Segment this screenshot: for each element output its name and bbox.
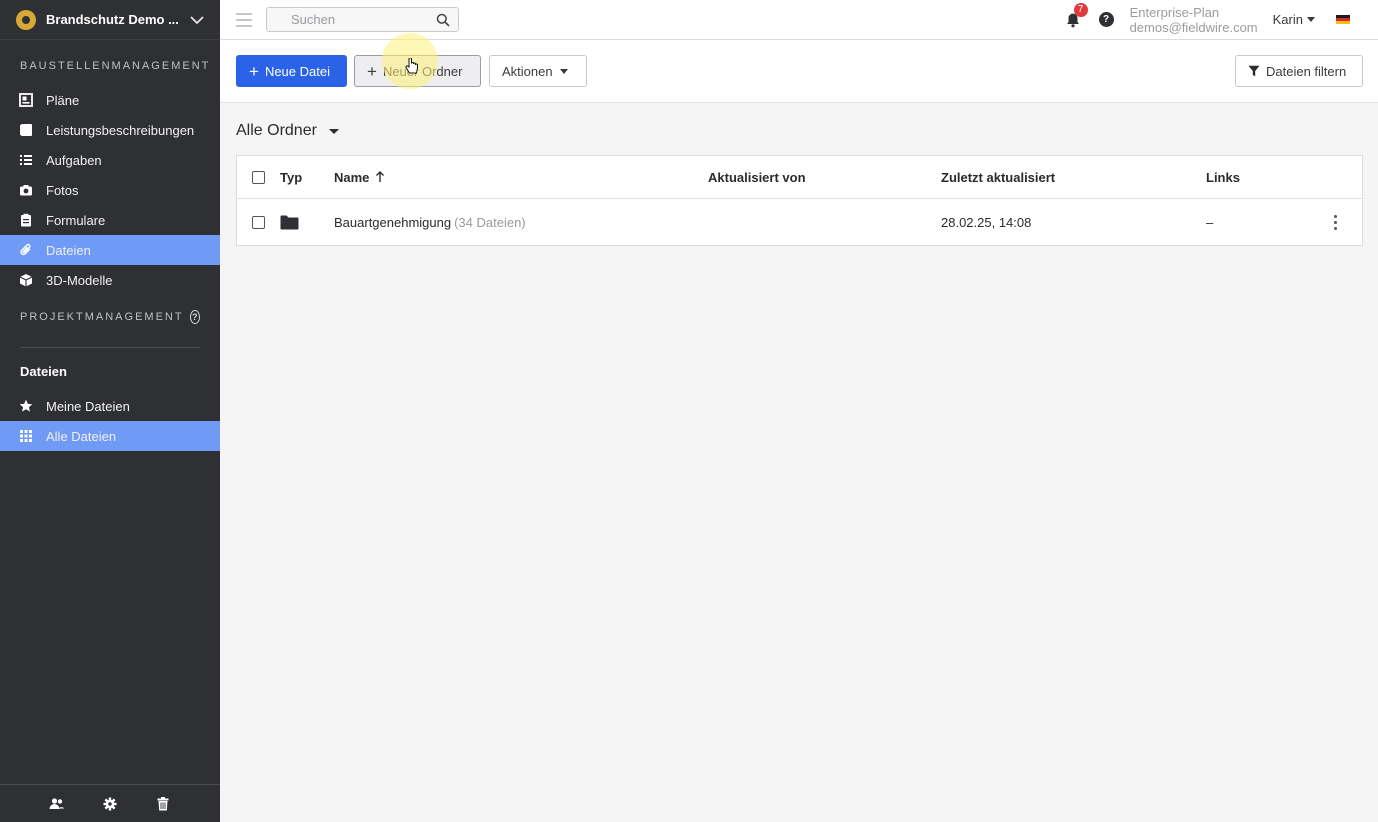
- folder-name: Bauartgenehmigung: [334, 214, 452, 230]
- sidebar-item-label: Alle Dateien: [46, 428, 117, 444]
- plus-icon: +: [367, 61, 377, 81]
- notification-badge: 7: [1073, 2, 1088, 17]
- sidebar-item-label: Fotos: [46, 182, 79, 198]
- table-row[interactable]: Bauartgenehmigung (34 Dateien) 28.02.25,…: [237, 199, 1362, 245]
- chevron-down-icon[interactable]: [188, 11, 206, 29]
- plus-icon: +: [249, 61, 259, 81]
- help-circle-icon[interactable]: ?: [189, 310, 200, 324]
- user-name: Karin: [1272, 12, 1303, 27]
- plans-icon: [18, 92, 34, 108]
- cube-icon: [18, 272, 34, 288]
- search-icon[interactable]: [436, 13, 450, 27]
- sidebar-item-fotos[interactable]: Fotos: [0, 175, 220, 205]
- column-header-type[interactable]: Typ: [280, 170, 302, 185]
- sidebar-item-alle-dateien[interactable]: Alle Dateien: [0, 421, 220, 451]
- grid-icon: [18, 428, 34, 444]
- sidebar-item-3d-modelle[interactable]: 3D-Modelle: [0, 265, 220, 295]
- row-checkbox[interactable]: [252, 215, 265, 229]
- sidebar-footer: [0, 784, 220, 822]
- new-folder-button[interactable]: + Neuer Ordner: [354, 55, 481, 87]
- german-flag-icon[interactable]: [1336, 14, 1350, 25]
- folder-dropdown[interactable]: Alle Ordner: [236, 122, 339, 140]
- search-input[interactable]: [291, 12, 436, 27]
- sidebar-item-label: Leistungsbeschreibungen: [46, 122, 195, 138]
- sidebar: Brandschutz Demo ... BAUSTELLENMANAGEMEN…: [0, 0, 220, 822]
- column-header-last-updated[interactable]: Zuletzt aktualisiert: [941, 170, 1055, 185]
- plan-info: Enterprise-Plan demos@fieldwire.com: [1130, 5, 1258, 35]
- clipboard-icon: [18, 212, 34, 228]
- sidebar-item-dateien[interactable]: Dateien: [0, 235, 220, 265]
- folder-dropdown-label: Alle Ordner: [236, 122, 317, 139]
- files-nav: Meine Dateien Alle Dateien: [0, 391, 220, 451]
- column-header-name-label: Name: [334, 169, 370, 185]
- star-icon: [18, 398, 34, 414]
- search-box[interactable]: [266, 7, 459, 32]
- sidebar-item-leistungsbeschreibungen[interactable]: Leistungsbeschreibungen: [0, 115, 220, 145]
- sidebar-item-label: Pläne: [46, 92, 80, 108]
- trash-icon[interactable]: [155, 796, 171, 812]
- column-header-name[interactable]: Name: [334, 170, 385, 185]
- section-title-label: PROJEKTMANAGEMENT: [20, 311, 184, 323]
- people-icon[interactable]: [49, 796, 65, 812]
- select-all-checkbox[interactable]: [252, 170, 265, 184]
- files-section-title: Dateien: [20, 364, 67, 379]
- top-right-area: 7 ? Enterprise-Plan demos@fieldwire.com …: [1065, 0, 1378, 40]
- column-header-updated-by[interactable]: Aktualisiert von: [708, 170, 806, 185]
- sidebar-divider: [20, 347, 200, 348]
- plan-name: Enterprise-Plan: [1129, 4, 1220, 20]
- sidebar-item-meine-dateien[interactable]: Meine Dateien: [0, 391, 220, 421]
- top-bar: 7 ? Enterprise-Plan demos@fieldwire.com …: [220, 0, 1378, 40]
- sidebar-item-label: Dateien: [46, 242, 91, 258]
- sidebar-item-label: Formulare: [46, 212, 106, 228]
- sort-ascending-icon: [376, 171, 385, 182]
- table-header-row: Typ Name Aktualisiert von Zuletzt aktual…: [237, 156, 1362, 199]
- sidebar-item-label: Aufgaben: [46, 152, 102, 168]
- tasks-list-icon: [18, 152, 34, 168]
- project-switcher[interactable]: Brandschutz Demo ...: [0, 0, 220, 40]
- more-options-icon[interactable]: [1333, 214, 1337, 230]
- column-header-links[interactable]: Links: [1206, 170, 1240, 185]
- new-file-label: Neue Datei: [264, 63, 330, 79]
- sidebar-item-label: Meine Dateien: [46, 398, 130, 414]
- sidebar-item-plaene[interactable]: Pläne: [0, 85, 220, 115]
- section-title-projektmanagement: PROJEKTMANAGEMENT ?: [0, 309, 220, 325]
- sidebar-item-aufgaben[interactable]: Aufgaben: [0, 145, 220, 175]
- actions-label: Aktionen: [502, 63, 553, 79]
- filter-icon: [1248, 65, 1260, 77]
- sidebar-item-formulare[interactable]: Formulare: [0, 205, 220, 235]
- user-menu[interactable]: Karin: [1273, 12, 1315, 27]
- help-icon[interactable]: ?: [1098, 12, 1114, 27]
- new-folder-label: Neuer Ordner: [382, 63, 463, 79]
- project-logo-icon: [16, 9, 36, 30]
- site-nav: Pläne Leistungsbeschreibungen Aufgaben F…: [0, 85, 220, 295]
- files-table: Typ Name Aktualisiert von Zuletzt aktual…: [236, 155, 1363, 246]
- folder-icon: [280, 215, 299, 230]
- gear-icon[interactable]: [102, 796, 118, 812]
- camera-icon: [18, 182, 34, 198]
- links-value: –: [1206, 214, 1214, 230]
- new-file-button[interactable]: + Neue Datei: [236, 55, 347, 87]
- actions-dropdown[interactable]: Aktionen: [489, 55, 587, 87]
- account-email: demos@fieldwire.com: [1129, 19, 1258, 35]
- project-name: Brandschutz Demo ...: [46, 12, 179, 27]
- specifications-icon: [18, 122, 34, 138]
- caret-down-icon: [328, 128, 339, 134]
- file-count: (34 Dateien): [454, 214, 526, 230]
- caret-down-icon: [1307, 17, 1315, 22]
- sidebar-item-label: 3D-Modelle: [46, 272, 113, 288]
- file-toolbar: + Neue Datei + Neuer Ordner Aktionen Dat…: [220, 33, 1378, 103]
- caret-down-icon: [559, 68, 568, 74]
- last-updated-value: 28.02.25, 14:08: [941, 214, 1032, 230]
- section-title-baustellenmanagement: BAUSTELLENMANAGEMENT: [20, 60, 211, 72]
- hamburger-menu-icon[interactable]: [236, 12, 252, 27]
- notifications-button[interactable]: 7: [1065, 2, 1088, 28]
- filter-files-label: Dateien filtern: [1266, 63, 1347, 79]
- filter-files-button[interactable]: Dateien filtern: [1235, 55, 1363, 87]
- paperclip-icon: [18, 242, 34, 258]
- folder-name-cell[interactable]: Bauartgenehmigung (34 Dateien): [334, 215, 526, 230]
